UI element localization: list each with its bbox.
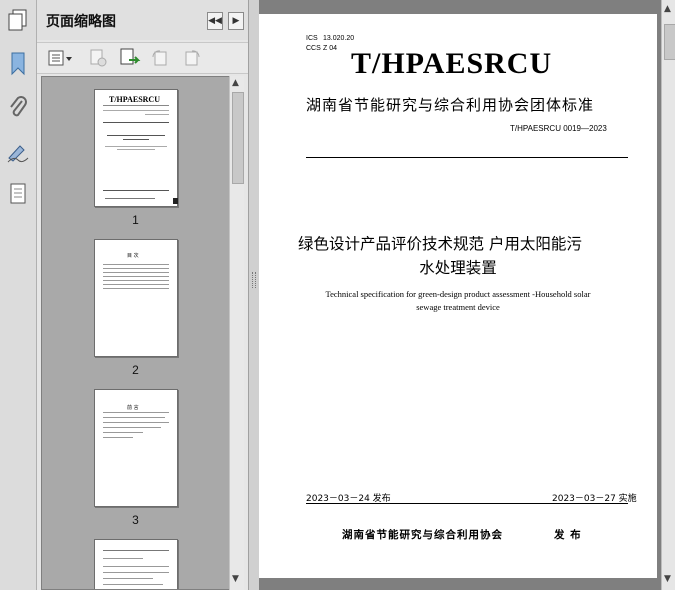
panel-header: 页面缩略图 ◀◀ ▶ — [37, 0, 248, 40]
title-cn-line-1: 绿色设计产品评价技术规范 户用太阳能污 — [298, 235, 582, 253]
thumbnail-3-title: 前 言 — [127, 405, 139, 411]
standard-code-title: T/HPAESRCU — [351, 47, 553, 80]
bookmark-icon[interactable] — [4, 50, 32, 78]
document-view[interactable]: ICS 13.020.20 CCS Z 04 T/HPAESRCU 湖南省节能研… — [259, 0, 661, 590]
panel-title: 页面缩略图 — [46, 14, 116, 30]
signature-icon[interactable] — [4, 138, 32, 166]
scroll-up-icon[interactable]: ▲ — [232, 78, 239, 88]
thumbnails-scrollbar[interactable]: ▲ ▼ — [229, 76, 244, 590]
double-chevron-left-icon: ◀◀ — [208, 16, 222, 26]
extract-page-icon[interactable] — [119, 47, 141, 69]
delete-page-icon[interactable] — [87, 47, 109, 69]
publisher-name: 湖南省节能研究与综合利用协会 — [342, 529, 503, 541]
navigation-rail — [0, 0, 37, 590]
scroll-thumb[interactable] — [232, 92, 244, 184]
chevron-right-icon: ▶ — [232, 16, 240, 26]
thumbnail-page-1[interactable]: T/HPAESRCU — [94, 89, 178, 207]
pages-icon[interactable] — [4, 6, 32, 34]
publish-word: 发 布 — [554, 529, 582, 541]
thumbnail-list[interactable]: T/HPAESRCU 1 目 次 2 前 言 3 — [41, 76, 230, 590]
expand-panel-button[interactable]: ▶ — [228, 12, 244, 30]
thumbnail-1-number: 1 — [132, 213, 139, 227]
footer-rule — [306, 503, 628, 504]
options-menu-button[interactable] — [47, 47, 75, 69]
thumbnail-2-number: 2 — [132, 363, 139, 377]
title-en-line-1: Technical specification for green-design… — [325, 289, 591, 299]
rotate-left-icon[interactable] — [149, 47, 171, 69]
title-cn-line-2: 水处理装置 — [419, 259, 497, 277]
thumbnail-1-title: T/HPAESRCU — [109, 95, 160, 104]
thumbnails-toolbar — [37, 42, 248, 74]
thumbnail-3-number: 3 — [132, 513, 139, 527]
ccs-label: CCS — [306, 45, 321, 52]
doc-scroll-down-icon[interactable]: ▼ — [664, 574, 671, 584]
doc-scroll-up-icon[interactable]: ▲ — [664, 4, 671, 14]
doc-scroll-thumb[interactable] — [664, 24, 675, 60]
header-rule — [306, 157, 628, 158]
scroll-down-icon[interactable]: ▼ — [232, 574, 239, 584]
attachment-icon[interactable] — [4, 94, 32, 122]
page-layers-icon[interactable] — [4, 180, 32, 208]
thumbnail-2-title: 目 次 — [127, 253, 139, 259]
thumbnail-page-4[interactable] — [94, 539, 178, 589]
rotate-right-icon[interactable] — [181, 47, 203, 69]
standard-number: T/HPAESRCU 0019—2023 — [510, 124, 607, 133]
thumbnail-page-3[interactable]: 前 言 — [94, 389, 178, 507]
page-thumbnails-panel: 页面缩略图 ◀◀ ▶ T/HPAESRCU 1 目 次 2 前 言 3 ▲ ▼ — [37, 0, 248, 590]
document-page: ICS 13.020.20 CCS Z 04 T/HPAESRCU 湖南省节能研… — [259, 14, 657, 578]
title-en-line-2: sewage treatment device — [416, 302, 500, 312]
ics-label: ICS — [306, 35, 318, 42]
org-standard-title: 湖南省节能研究与综合利用协会团体标准 — [306, 96, 595, 114]
collapse-panel-button[interactable]: ◀◀ — [207, 12, 223, 30]
document-scrollbar[interactable]: ▲ ▼ — [661, 0, 675, 590]
ccs-code: Z 04 — [323, 45, 338, 52]
ics-code: 13.020.20 — [323, 35, 355, 42]
thumbnail-page-2[interactable]: 目 次 — [94, 239, 178, 357]
